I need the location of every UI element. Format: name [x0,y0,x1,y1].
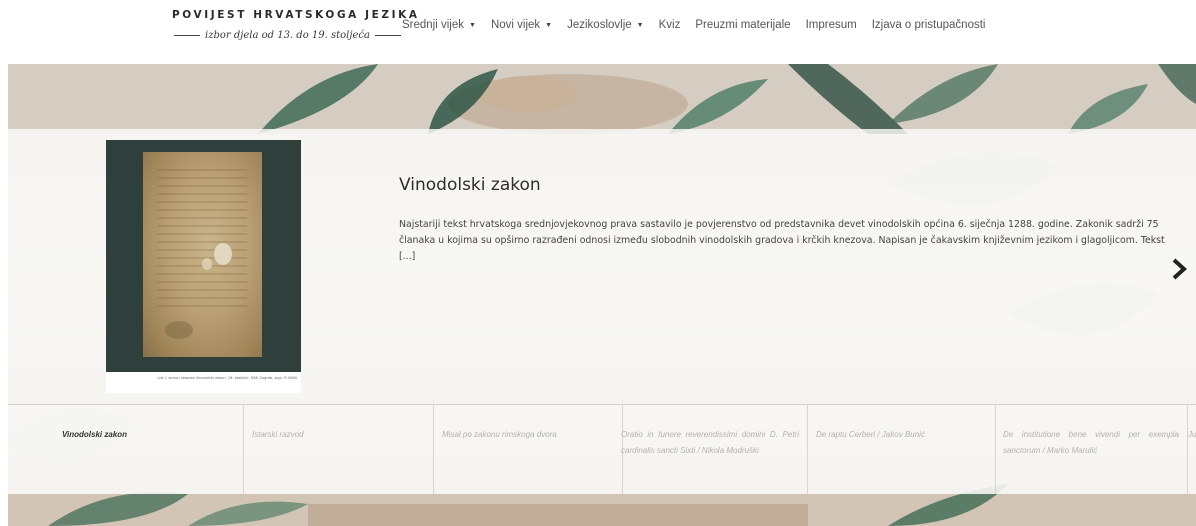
nav-label: Kviz [658,19,681,31]
thumbnail-istarski-razvod[interactable]: Istarski razvod [244,404,434,494]
nav-item-kviz[interactable]: Kviz [659,19,681,31]
slide-image[interactable]: List 1 verso rukopisa Vinodolski zakon, … [106,140,301,393]
nav-label: Izjava o pristupačnosti [871,19,986,31]
nav-item-srednji-vijek[interactable]: Srednji vijek ▼ [402,19,476,31]
image-caption: List 1 verso rukopisa Vinodolski zakon, … [157,376,297,380]
thumbnail-next-partial[interactable]: Ju [1180,404,1196,494]
logo-divider-right [374,35,401,36]
thumbnail-misal[interactable]: Misal po zakonu rimskoga dvora [434,404,623,494]
slide-title[interactable]: Vinodolski zakon [399,175,1169,195]
main-nav: Srednji vijek ▼ Novi vijek ▼ Jezikoslovl… [402,19,1000,31]
slide-description: Najstariji tekst hrvatskoga srednjovjeko… [399,219,1165,262]
thumbnail-de-institutione[interactable]: De institutione bene vivendi per exempla… [995,404,1188,494]
site-logo[interactable]: POVIJEST HRVATSKOGA JEZIKA izbor djela o… [172,9,420,49]
logo-subtitle-row: izbor djela od 13. do 19. stoljeća [174,30,401,41]
nav-label: Novi vijek [490,19,541,31]
nav-item-impresum[interactable]: Impresum [806,19,857,31]
logo-title: POVIJEST HRVATSKOGA JEZIKA [172,9,420,21]
logo-subtitle: izbor djela od 13. do 19. stoljeća [205,30,370,41]
manuscript-texture [157,169,247,339]
nav-label: Preuzmi materijale [695,19,791,31]
caret-down-icon: ▼ [636,21,644,29]
nav-item-izjava-o-pristupacnosti[interactable]: Izjava o pristupačnosti [872,19,986,31]
manuscript-page [143,152,262,357]
nav-label: Impresum [805,19,857,31]
manuscript-photo [106,140,301,372]
thumbnail-nav: Vinodolski zakon Istarski razvod Misal p… [8,404,1196,494]
nav-item-preuzmi-materijale[interactable]: Preuzmi materijale [695,19,790,31]
nav-label: Srednji vijek [402,19,464,31]
slide-content: Vinodolski zakon Najstariji tekst hrvats… [399,175,1169,265]
nav-label: Jezikoslovlje [567,19,632,31]
thumbnail-oratio-in-funere[interactable]: Oratio in funere reverendissimi domini D… [613,404,808,494]
logo-divider-left [174,35,200,36]
site-header: POVIJEST HRVATSKOGA JEZIKA izbor djela o… [0,0,1196,62]
caret-down-icon: ▼ [545,21,553,29]
caret-down-icon: ▼ [469,21,476,29]
nav-item-jezikoslovlje[interactable]: Jezikoslovlje ▼ [567,19,644,31]
thumbnail-vinodolski-zakon[interactable]: Vinodolski zakon [54,404,244,494]
thumbnail-de-raptu-cerberi[interactable]: De raptu Cerberi / Jakov Bunić [808,404,996,494]
chevron-right-icon[interactable] [1171,258,1187,280]
hero-slider: List 1 verso rukopisa Vinodolski zakon, … [8,64,1196,526]
nav-item-novi-vijek[interactable]: Novi vijek ▼ [491,19,552,31]
